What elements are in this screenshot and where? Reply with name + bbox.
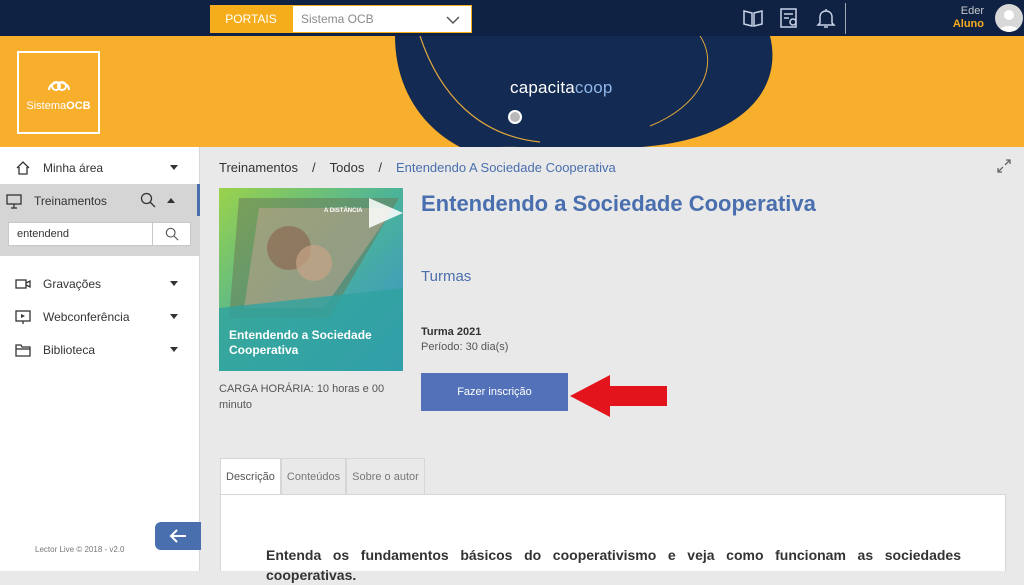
sidebar-item-label: Minha área — [43, 160, 104, 175]
course-tabs: Descrição Conteúdos Sobre o autor — [220, 458, 425, 494]
caret-down-icon — [170, 165, 178, 170]
search-icon — [165, 227, 179, 241]
home-icon — [16, 160, 30, 175]
workload-label: CARGA HORÁRIA: — [219, 383, 314, 395]
breadcrumb: Treinamentos / Todos / Entendendo A Soci… — [219, 160, 616, 175]
portais-button[interactable]: PORTAIS — [210, 5, 292, 33]
chevron-down-icon — [446, 16, 460, 25]
turmas-heading: Turmas — [421, 268, 472, 285]
caret-down-icon — [170, 314, 178, 319]
portal-select[interactable]: Sistema OCB — [292, 5, 472, 33]
avatar[interactable] — [995, 4, 1023, 32]
breadcrumb-separator: / — [312, 160, 316, 175]
collapse-sidebar-button[interactable] — [155, 522, 201, 550]
logo-text: SistemaOCB — [26, 99, 91, 112]
sidebar-item-minha-area[interactable]: Minha área — [0, 151, 200, 184]
turma-name: Turma 2021 — [421, 326, 482, 338]
sidebar-item-label: Biblioteca — [43, 342, 96, 357]
course-description: Entenda os fundamentos básicos do cooper… — [266, 547, 961, 583]
portal-banner: SistemaOCB capacitacoop — [0, 36, 1024, 147]
breadcrumb-item-todos[interactable]: Todos — [330, 160, 365, 175]
certificate-icon[interactable] — [777, 6, 801, 30]
course-thumbnail[interactable]: A DISTÂNCIA Entendendo a Sociedade Coope… — [219, 188, 403, 371]
book-icon[interactable] — [741, 6, 765, 30]
workload-info: CARGA HORÁRIA: 10 horas e 00 minuto — [219, 381, 399, 413]
enroll-button[interactable]: Fazer inscrição — [421, 373, 568, 411]
tab-descricao[interactable]: Descrição — [220, 458, 281, 494]
footer-version: Lector Live © 2018 - v2.0 — [35, 545, 125, 554]
tab-conteudos[interactable]: Conteúdos — [280, 458, 347, 494]
red-arrow-annotation-icon — [570, 375, 667, 417]
search-input[interactable] — [9, 223, 149, 245]
topbar-divider — [845, 3, 846, 34]
folder-icon — [15, 343, 31, 357]
user-name: Eder — [960, 5, 984, 17]
monitor-play-icon — [15, 309, 31, 324]
capacitacoop-brand: capacitacoop — [510, 78, 613, 97]
search-icon[interactable] — [140, 192, 156, 208]
sidebar-search-area — [0, 216, 200, 256]
breadcrumb-separator: / — [378, 160, 382, 175]
expand-icon[interactable] — [996, 158, 1012, 174]
carousel-dot[interactable] — [508, 110, 522, 124]
user-avatar-icon — [999, 10, 1019, 32]
user-role: Aluno — [952, 18, 984, 30]
caret-down-icon — [170, 347, 178, 352]
sidebar-item-biblioteca[interactable]: Biblioteca — [0, 333, 200, 366]
sidebar-item-label: Gravações — [43, 276, 102, 291]
tab-content-panel: Entenda os fundamentos básicos do cooper… — [220, 494, 1006, 583]
caret-up-icon — [167, 198, 175, 203]
sidebar-search-box — [8, 222, 191, 246]
course-image-title: Entendendo a Sociedade Cooperativa — [229, 328, 372, 357]
arrow-left-icon — [169, 529, 186, 543]
top-navigation-bar: PORTAIS Sistema OCB Eder Aluno — [0, 0, 1024, 36]
video-camera-icon — [15, 278, 31, 289]
sidebar-item-label: Treinamentos — [34, 193, 107, 208]
course-title: Entendendo a Sociedade Cooperativa — [421, 191, 816, 216]
sidebar-item-label: Webconferência — [43, 309, 130, 324]
sidebar-item-treinamentos[interactable]: Treinamentos — [0, 184, 200, 217]
breadcrumb-item-current: Entendendo A Sociedade Cooperativa — [395, 160, 616, 175]
turma-period: Período: 30 dia(s) — [421, 341, 509, 353]
ocb-emblem-icon — [47, 80, 70, 91]
search-submit-button[interactable] — [152, 223, 190, 245]
portal-select-value: Sistema OCB — [301, 12, 374, 26]
course-badge: A DISTÂNCIA — [324, 208, 363, 214]
sidebar-item-webconferencia[interactable]: Webconferência — [0, 300, 200, 333]
breadcrumb-item-treinamentos[interactable]: Treinamentos — [219, 160, 298, 175]
presentation-icon — [6, 193, 22, 209]
sidebar: Minha área Treinamentos Gravações Webcon… — [0, 147, 200, 571]
caret-down-icon — [170, 281, 178, 286]
sidebar-item-gravacoes[interactable]: Gravações — [0, 267, 200, 300]
bell-icon[interactable] — [814, 6, 838, 30]
sistema-ocb-logo[interactable]: SistemaOCB — [17, 51, 100, 134]
tab-sobre-o-autor[interactable]: Sobre o autor — [346, 458, 425, 494]
